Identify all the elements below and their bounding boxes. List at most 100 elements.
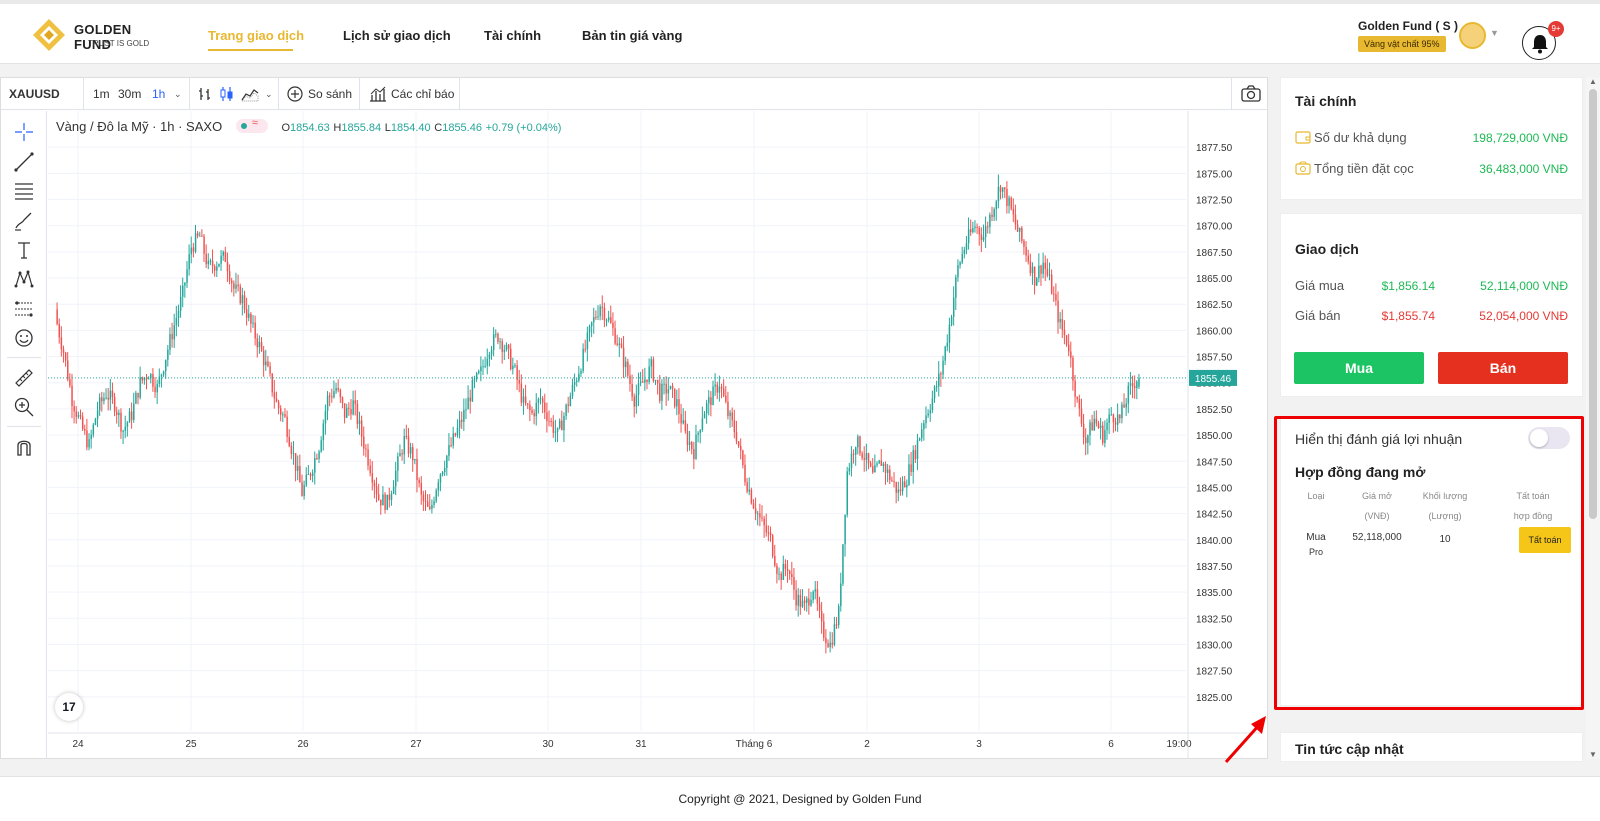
candle-body [610, 317, 612, 323]
candle-body [607, 317, 610, 321]
y-tick-label: 1852.50 [1196, 405, 1233, 416]
candle-body [1091, 422, 1093, 431]
candle-body [886, 469, 889, 473]
candle-body [633, 396, 636, 407]
zoom-in-icon[interactable] [13, 396, 35, 418]
account-name[interactable]: Golden Fund ( S ) [1358, 19, 1458, 33]
candle-body [558, 420, 561, 428]
candle-body [539, 398, 542, 400]
candle-body [970, 229, 972, 233]
candle-body [75, 411, 78, 417]
magnet-icon[interactable] [13, 436, 35, 458]
sell-button[interactable]: Bán [1438, 352, 1568, 384]
divider [1231, 78, 1232, 110]
candle-body [196, 233, 199, 236]
y-tick-label: 1865.00 [1196, 274, 1233, 285]
candle-body [73, 405, 75, 412]
candle-body [989, 214, 991, 227]
brush-icon[interactable] [13, 210, 35, 232]
divider [459, 78, 460, 110]
logo[interactable]: GOLDEN FUND TRUST IS GOLD [32, 18, 162, 54]
bar-style-icon[interactable] [197, 86, 213, 102]
crosshair-icon[interactable] [13, 121, 35, 143]
candle-body [326, 395, 329, 411]
divider [359, 78, 360, 110]
buy-button[interactable]: Mua [1294, 352, 1424, 384]
fib-retracement-icon[interactable] [13, 180, 35, 202]
candle-body [644, 379, 646, 383]
text-icon[interactable] [13, 239, 35, 261]
candle-body [695, 434, 697, 459]
price-chart[interactable]: 1877.50 1875.00 1872.50 1870.00 1867.50 1865.… [48, 111, 1262, 758]
candle-body [339, 389, 342, 398]
compare-button[interactable]: So sánh [308, 78, 352, 110]
candle-body [446, 455, 448, 469]
nav-gold-news[interactable]: Bản tin giá vàng [582, 28, 682, 43]
candle-body [88, 439, 90, 448]
y-tick-label: 1857.50 [1196, 353, 1233, 364]
scrollbar-thumb[interactable] [1589, 89, 1597, 519]
candle-body [1048, 274, 1051, 276]
chart-area[interactable]: 1877.50 1875.00 1872.50 1870.00 1867.50 1865.… [48, 111, 1262, 758]
interval-chevron-icon[interactable]: ⌄ [174, 78, 182, 110]
interval-30m[interactable]: 30m [118, 78, 141, 110]
candle-body [618, 343, 621, 345]
candle-body [162, 371, 165, 375]
area-style-icon[interactable] [241, 86, 259, 102]
candle-body [90, 434, 92, 440]
nav-history[interactable]: Lịch sử giao dịch [343, 28, 451, 43]
candle-body [974, 226, 976, 228]
candle-body [254, 322, 256, 339]
candle-body [211, 260, 214, 267]
candle-body [303, 485, 305, 496]
nav-trade[interactable]: Trang giao dịch [208, 28, 304, 43]
interval-1h[interactable]: 1h [152, 78, 165, 110]
candle-body [976, 226, 978, 228]
candle-body [429, 506, 431, 509]
y-tick-label: 1847.50 [1196, 457, 1233, 468]
candle-body [454, 433, 457, 436]
candle-body [667, 389, 670, 394]
candle-body [437, 482, 440, 491]
tradingview-logo[interactable]: 17 [55, 693, 83, 721]
chevron-down-icon[interactable]: ▼ [1490, 28, 1499, 38]
page-scrollbar[interactable]: ▲ ▼ [1586, 77, 1600, 759]
candle-body [1129, 383, 1132, 386]
style-chevron-icon[interactable]: ⌄ [265, 78, 273, 110]
candle-body [133, 403, 135, 420]
logo-icon [33, 19, 65, 51]
y-tick-label: 1840.00 [1196, 536, 1233, 547]
scroll-down-icon[interactable]: ▼ [1589, 750, 1597, 759]
emoji-icon[interactable] [13, 327, 35, 349]
candle-body [422, 494, 425, 501]
indicators-button[interactable]: Các chỉ báo [391, 78, 454, 110]
candle-body [1016, 224, 1019, 232]
chart-legend: Vàng / Đô la Mỹ · 1h · SAXO ≈ O1854.63 H… [56, 117, 561, 134]
trend-line-icon[interactable] [13, 151, 35, 173]
interval-1m[interactable]: 1m [93, 78, 110, 110]
candle-style-icon[interactable] [219, 86, 235, 102]
candle-body [331, 396, 333, 398]
x-tick-label: Tháng 6 [736, 739, 773, 750]
scroll-up-icon[interactable]: ▲ [1589, 77, 1597, 86]
candle-body [377, 494, 380, 500]
candle-body [279, 408, 282, 415]
candle-body [654, 379, 657, 381]
candle-body [627, 361, 629, 376]
account-avatar[interactable] [1459, 22, 1486, 49]
candle-body [946, 342, 949, 347]
candle-body [652, 359, 655, 381]
candle-body [122, 430, 124, 432]
ruler-icon[interactable] [13, 367, 35, 389]
camera-icon[interactable] [1241, 85, 1261, 102]
pattern-icon[interactable] [13, 268, 35, 290]
symbol-search[interactable]: XAUUSD [9, 78, 60, 110]
candle-body [233, 283, 235, 289]
prediction-icon[interactable] [13, 298, 35, 320]
candle-body [1114, 422, 1117, 425]
candle-body [209, 260, 212, 262]
nav-finance[interactable]: Tài chính [484, 28, 541, 43]
candle-body [67, 360, 69, 380]
y-tick-label: 1862.50 [1196, 300, 1233, 311]
bell-icon [1532, 35, 1548, 54]
